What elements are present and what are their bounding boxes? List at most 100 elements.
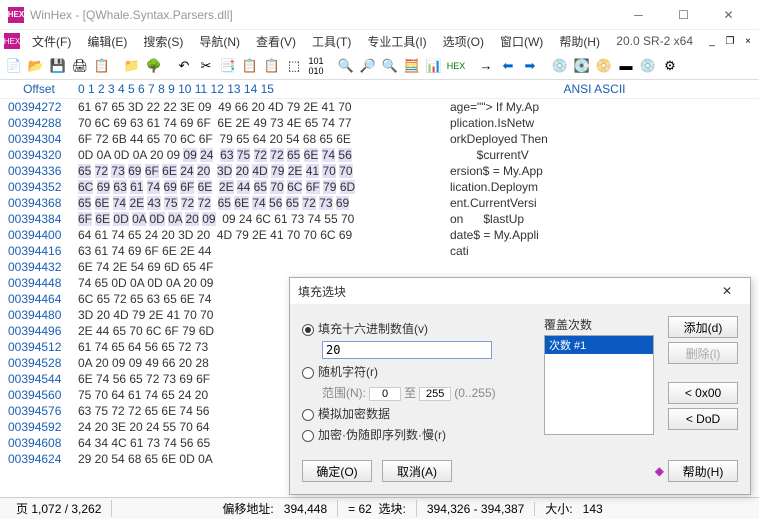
radio-icon[interactable] <box>302 430 314 442</box>
opt-hex[interactable]: 填充十六进制数值(v) <box>302 320 530 337</box>
hex-cell[interactable]: 6E 74 2E 54 69 6D 65 4F <box>78 259 430 275</box>
offset-cell: 00394320 <box>0 147 78 163</box>
hex-value-input[interactable] <box>322 341 492 359</box>
hex-row[interactable]: 0039440064 61 74 65 24 20 3D 20 4D 79 2E… <box>0 227 759 243</box>
disk2-icon[interactable]: 💽 <box>572 56 592 76</box>
minimize-button[interactable]: ─ <box>616 1 661 29</box>
folder-icon[interactable]: 📁 <box>122 56 142 76</box>
list-item[interactable]: 次数 #1 <box>545 336 653 354</box>
menu-help[interactable]: 帮助(H) <box>551 31 608 52</box>
close-button[interactable]: ✕ <box>706 1 751 29</box>
menu-pro[interactable]: 专业工具(I) <box>359 31 434 52</box>
radio-icon[interactable] <box>302 324 314 336</box>
dialog-close-icon[interactable]: ✕ <box>712 284 742 298</box>
mdi-close-icon[interactable]: × <box>741 34 755 48</box>
hex-cell[interactable]: 61 67 65 3D 22 22 3E 09 49 66 20 4D 79 2… <box>78 99 430 115</box>
hex-row[interactable]: 0039428870 6C 69 63 61 74 69 6F 6E 2E 49… <box>0 115 759 131</box>
findtext-icon[interactable]: 🔍 <box>380 56 400 76</box>
maximize-button[interactable]: ☐ <box>661 1 706 29</box>
new-icon[interactable]: 📄 <box>4 56 24 76</box>
hex-row[interactable]: 0039436865 6E 74 2E 43 75 72 72 65 6E 74… <box>0 195 759 211</box>
hex-row[interactable]: 003944326E 74 2E 54 69 6D 65 4F <box>0 259 759 275</box>
zero-button[interactable]: < 0x00 <box>668 382 738 404</box>
opt-sim[interactable]: 模拟加密数据 <box>302 405 530 422</box>
dod-button[interactable]: < DoD <box>668 408 738 430</box>
ascii-cell[interactable]: age=""> If My.Ap <box>430 99 539 115</box>
analyze-icon[interactable]: 📊 <box>424 56 444 76</box>
opt-rand[interactable]: 随机字符(r) <box>302 363 530 380</box>
tree-icon[interactable]: 🌳 <box>144 56 164 76</box>
copyhex-icon[interactable]: ⬚ <box>284 56 304 76</box>
ram-icon[interactable]: ▬ <box>616 56 636 76</box>
ascii-cell[interactable]: $currentV <box>430 147 529 163</box>
hex-cell[interactable]: 70 6C 69 63 61 74 69 6F 6E 2E 49 73 4E 6… <box>78 115 430 131</box>
pass-list[interactable]: 次数 #1 <box>544 335 654 435</box>
hex-row[interactable]: 003943046F 72 6B 44 65 70 6C 6F 79 65 64… <box>0 131 759 147</box>
hex-row[interactable]: 003943526C 69 63 61 74 69 6F 6E 2E 44 65… <box>0 179 759 195</box>
range-to[interactable] <box>419 387 451 401</box>
ascii-cell[interactable]: ent.CurrentVersi <box>430 195 537 211</box>
disk3-icon[interactable]: 📀 <box>594 56 614 76</box>
ok-button[interactable]: 确定(O) <box>302 460 372 482</box>
hex-row[interactable]: 003943846F 6E 0D 0A 0D 0A 20 09 09 24 6C… <box>0 211 759 227</box>
radio-icon[interactable] <box>302 409 314 421</box>
binary-icon[interactable]: 101010 <box>306 56 326 76</box>
ascii-cell[interactable]: cati <box>430 243 469 259</box>
ascii-cell[interactable]: on $lastUp <box>430 211 524 227</box>
disk4-icon[interactable]: 💿 <box>638 56 658 76</box>
ascii-cell[interactable]: ersion$ = My.App <box>430 163 543 179</box>
hex-cell[interactable]: 65 72 73 69 6F 6E 24 20 3D 20 4D 79 2E 4… <box>78 163 430 179</box>
ascii-cell[interactable]: date$ = My.Appli <box>430 227 539 243</box>
hex-cell[interactable]: 63 61 74 69 6F 6E 2E 44 <box>78 243 430 259</box>
fwd-icon[interactable]: ➡ <box>520 56 540 76</box>
undo-icon[interactable]: ↶ <box>174 56 194 76</box>
menu-file[interactable]: 文件(F) <box>24 31 79 52</box>
hex-row[interactable]: 0039433665 72 73 69 6F 6E 24 20 3D 20 4D… <box>0 163 759 179</box>
ascii-cell[interactable] <box>430 259 450 275</box>
goto-icon[interactable]: → <box>476 56 496 76</box>
props-icon[interactable]: 📋 <box>92 56 112 76</box>
menu-nav[interactable]: 导航(N) <box>191 31 248 52</box>
print-icon[interactable]: 🖨 <box>70 56 90 76</box>
opt-enc[interactable]: 加密·伪随即序列数·慢(r) <box>302 426 530 443</box>
hex-row[interactable]: 0039427261 67 65 3D 22 22 3E 09 49 66 20… <box>0 99 759 115</box>
cut-icon[interactable]: ✂ <box>196 56 216 76</box>
disk1-icon[interactable]: 💿 <box>550 56 570 76</box>
range-from[interactable] <box>369 387 401 401</box>
hex-cell[interactable]: 0D 0A 0D 0A 20 09 09 24 63 75 72 72 65 6… <box>78 147 430 163</box>
open-icon[interactable]: 📂 <box>26 56 46 76</box>
radio-icon[interactable] <box>302 367 314 379</box>
copy-icon[interactable]: 📑 <box>218 56 238 76</box>
gear-icon[interactable]: ⚙ <box>660 56 680 76</box>
mdi-max-icon[interactable]: ❐ <box>723 34 737 48</box>
ascii-cell[interactable]: lication.Deploym <box>430 179 538 195</box>
hex-row[interactable]: 0039441663 61 74 69 6F 6E 2E 44 cati <box>0 243 759 259</box>
help-button[interactable]: 帮助(H) <box>668 460 738 482</box>
menu-edit[interactable]: 编辑(E) <box>79 31 135 52</box>
save-icon[interactable]: 💾 <box>48 56 68 76</box>
ascii-cell[interactable]: orkDeployed Then <box>430 131 548 147</box>
menu-opts[interactable]: 选项(O) <box>435 31 492 52</box>
hex-icon[interactable]: HEX <box>446 56 466 76</box>
findhex-icon[interactable]: 🔎 <box>358 56 378 76</box>
calc-icon[interactable]: 🧮 <box>402 56 422 76</box>
cancel-button[interactable]: 取消(A) <box>382 460 452 482</box>
menu-tools[interactable]: 工具(T) <box>304 31 359 52</box>
add-button[interactable]: 添加(d) <box>668 316 738 338</box>
hex-cell[interactable]: 6C 69 63 61 74 69 6F 6E 2E 44 65 70 6C 6… <box>78 179 430 195</box>
paste2-icon[interactable]: 📋 <box>262 56 282 76</box>
delete-button[interactable]: 删除(l) <box>668 342 738 364</box>
mdi-min-icon[interactable]: _ <box>705 34 719 48</box>
menu-win[interactable]: 窗口(W) <box>492 31 551 52</box>
ascii-cell[interactable]: plication.IsNetw <box>430 115 534 131</box>
menu-view[interactable]: 查看(V) <box>248 31 304 52</box>
hex-cell[interactable]: 6F 72 6B 44 65 70 6C 6F 79 65 64 20 54 6… <box>78 131 430 147</box>
find-icon[interactable]: 🔍 <box>336 56 356 76</box>
paste1-icon[interactable]: 📋 <box>240 56 260 76</box>
hex-cell[interactable]: 65 6E 74 2E 43 75 72 72 65 6E 74 56 65 7… <box>78 195 430 211</box>
back-icon[interactable]: ⬅ <box>498 56 518 76</box>
hex-row[interactable]: 003943200D 0A 0D 0A 20 09 09 24 63 75 72… <box>0 147 759 163</box>
menu-search[interactable]: 搜索(S) <box>135 31 191 52</box>
hex-cell[interactable]: 6F 6E 0D 0A 0D 0A 20 09 09 24 6C 61 73 7… <box>78 211 430 227</box>
hex-cell[interactable]: 64 61 74 65 24 20 3D 20 4D 79 2E 41 70 7… <box>78 227 430 243</box>
